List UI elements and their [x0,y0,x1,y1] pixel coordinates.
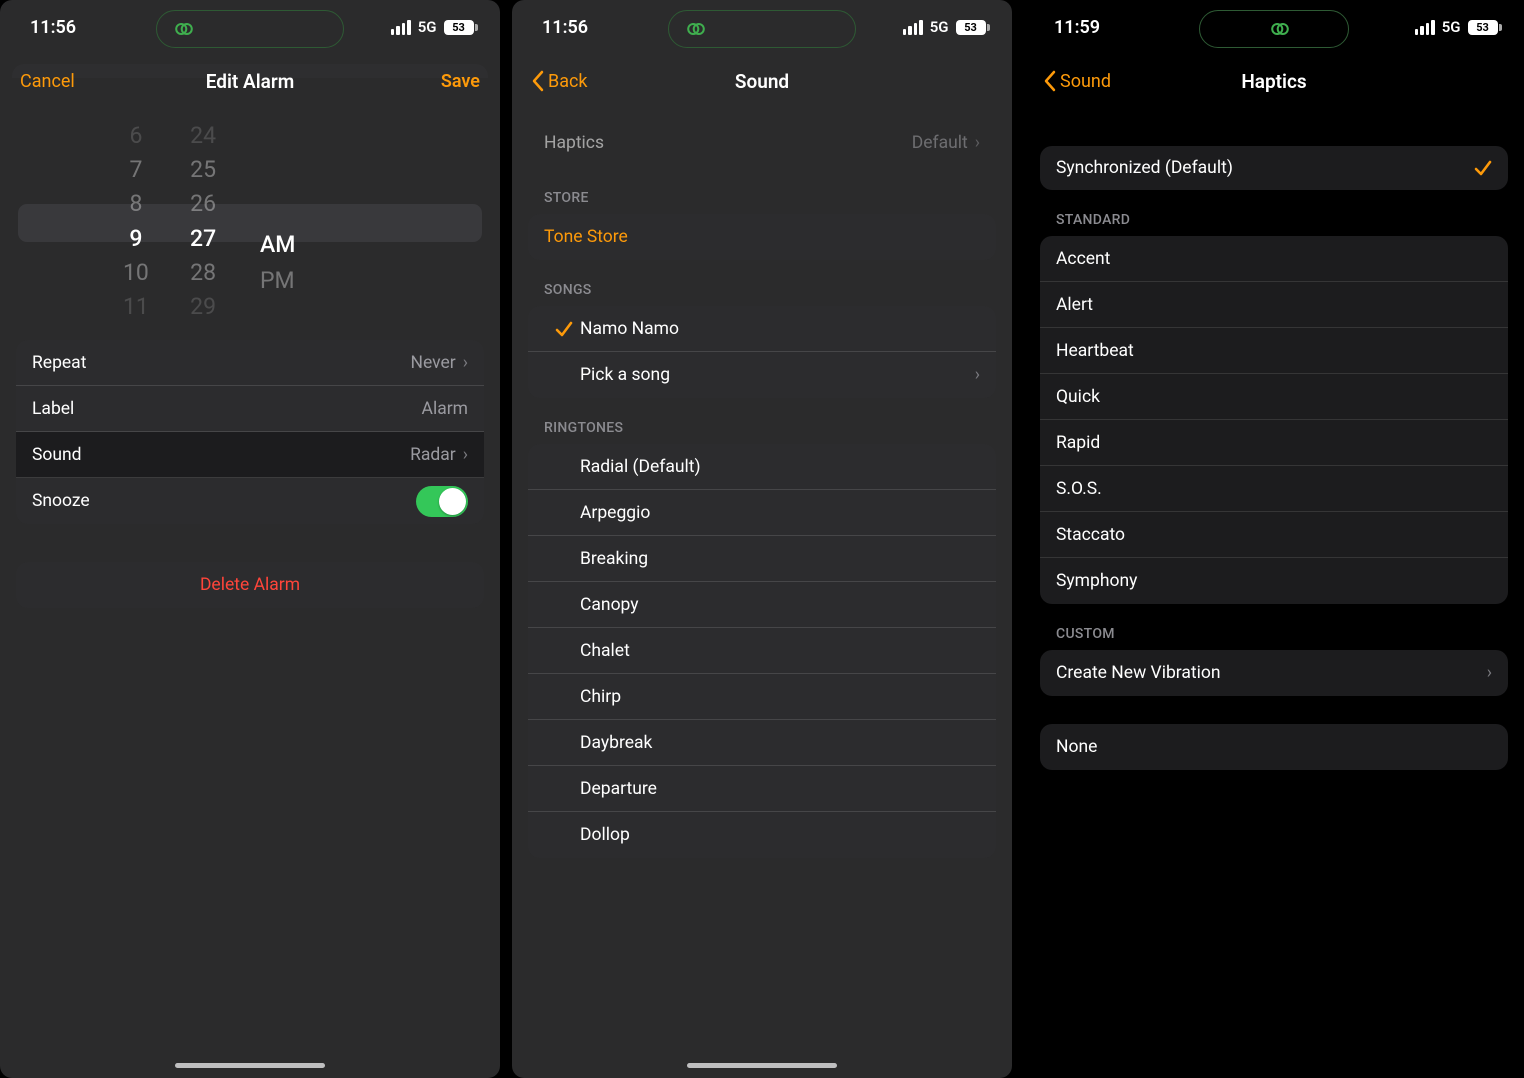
back-button[interactable]: Back [532,70,588,92]
nav-bar: Back Sound [512,54,1012,108]
chevron-right-icon: › [975,133,980,153]
ringtone-item[interactable]: Breaking [528,536,996,582]
battery-icon: 53 [444,20,479,35]
chevron-left-icon [1044,70,1056,92]
songs-group: Namo Namo Pick a song › [528,306,996,398]
ringtone-item[interactable]: Canopy [528,582,996,628]
status-bar: 11:59 5G 53 [1024,0,1524,54]
status-bar: 11:56 5G 53 [512,0,1012,54]
chevron-right-icon: › [463,353,468,373]
link-icon [1269,18,1291,40]
repeat-cell[interactable]: Repeat Never› [16,340,484,386]
link-icon [685,18,707,40]
nav-title: Haptics [1241,70,1306,93]
tone-store-cell[interactable]: Tone Store [528,214,996,260]
status-time: 11:56 [542,17,588,38]
delete-group: Delete Alarm [16,562,484,608]
songs-header: Songs [544,282,980,298]
haptic-item[interactable]: Staccato [1040,512,1508,558]
ringtone-item[interactable]: Arpeggio [528,490,996,536]
status-bar: 11:56 5G 53 [0,0,500,54]
haptic-none-item[interactable]: None [1040,724,1508,770]
home-indicator[interactable] [687,1063,837,1068]
battery-icon: 53 [1468,20,1503,35]
status-right: 5G 53 [1415,18,1502,36]
haptic-item[interactable]: Heartbeat [1040,328,1508,374]
settings-group: Repeat Never› Label Alarm Sound Radar› S… [16,340,484,524]
delete-alarm-button[interactable]: Delete Alarm [16,562,484,608]
standard-group: Accent Alert Heartbeat Quick Rapid S.O.S… [1040,236,1508,604]
signal-bars-icon [391,20,411,35]
save-button[interactable]: Save [441,71,480,92]
store-group: Tone Store [528,214,996,260]
dynamic-island[interactable] [668,10,856,48]
store-header: Store [544,190,980,206]
snooze-cell[interactable]: Snooze [16,478,484,524]
network-label: 5G [1442,18,1461,36]
chevron-right-icon: › [975,365,980,385]
haptic-item[interactable]: Rapid [1040,420,1508,466]
haptic-default-item[interactable]: Synchronized (Default) [1040,146,1508,190]
network-label: 5G [418,18,437,36]
time-picker[interactable]: 6 7 8 9 10 11 24 25 26 27 28 29 AM PM [18,118,482,324]
nav-bar: Sound Haptics [1024,54,1524,108]
none-group: None [1040,724,1508,770]
custom-group: Create New Vibration › [1040,650,1508,696]
chevron-right-icon: › [1487,663,1492,683]
default-group: Synchronized (Default) [1040,146,1508,190]
ringtone-item[interactable]: Radial (Default) [528,444,996,490]
screen-haptics: 11:59 5G 53 Sound Haptics Synchronized (… [1024,0,1524,1078]
back-button[interactable]: Sound [1044,70,1111,92]
status-right: 5G 53 [391,18,478,36]
ringtone-item[interactable]: Daybreak [528,720,996,766]
checkmark-icon [1474,159,1492,177]
signal-bars-icon [1415,20,1435,35]
pick-song-cell[interactable]: Pick a song › [528,352,996,398]
screen-sound: 11:56 5G 53 Back Sound Haptics Default› … [512,0,1012,1078]
nav-bar: Cancel Edit Alarm Save [0,54,500,108]
nav-title: Sound [735,70,789,93]
status-time: 11:56 [30,17,76,38]
haptics-cell[interactable]: Haptics Default› [512,118,1012,168]
battery-icon: 53 [956,20,991,35]
status-right: 5G 53 [903,18,990,36]
status-time: 11:59 [1054,17,1100,38]
link-icon [173,18,195,40]
haptic-item[interactable]: Symphony [1040,558,1508,604]
screen-edit-alarm: 11:56 5G 53 Cancel Edit Alarm Save 6 7 8… [0,0,500,1078]
dynamic-island[interactable] [1199,10,1349,48]
home-indicator[interactable] [175,1063,325,1068]
ringtone-item[interactable]: Chalet [528,628,996,674]
network-label: 5G [930,18,949,36]
haptic-item[interactable]: Alert [1040,282,1508,328]
cancel-button[interactable]: Cancel [20,71,75,92]
haptic-item[interactable]: S.O.S. [1040,466,1508,512]
chevron-right-icon: › [463,445,468,465]
ringtones-group: Radial (Default) Arpeggio Breaking Canop… [528,444,996,858]
ringtones-header: Ringtones [544,420,980,436]
ringtone-item[interactable]: Departure [528,766,996,812]
sound-cell[interactable]: Sound Radar› [16,432,484,478]
custom-header: Custom [1056,626,1492,642]
chevron-left-icon [532,70,544,92]
haptic-item[interactable]: Accent [1040,236,1508,282]
song-item-selected[interactable]: Namo Namo [528,306,996,352]
ringtone-item[interactable]: Dollop [528,812,996,858]
nav-title: Edit Alarm [206,70,294,93]
ringtone-item[interactable]: Chirp [528,674,996,720]
signal-bars-icon [903,20,923,35]
dynamic-island[interactable] [156,10,344,48]
checkmark-icon [555,320,573,338]
snooze-toggle[interactable] [416,486,468,517]
haptic-item[interactable]: Quick [1040,374,1508,420]
label-cell[interactable]: Label Alarm [16,386,484,432]
create-vibration-cell[interactable]: Create New Vibration › [1040,650,1508,696]
standard-header: Standard [1056,212,1492,228]
